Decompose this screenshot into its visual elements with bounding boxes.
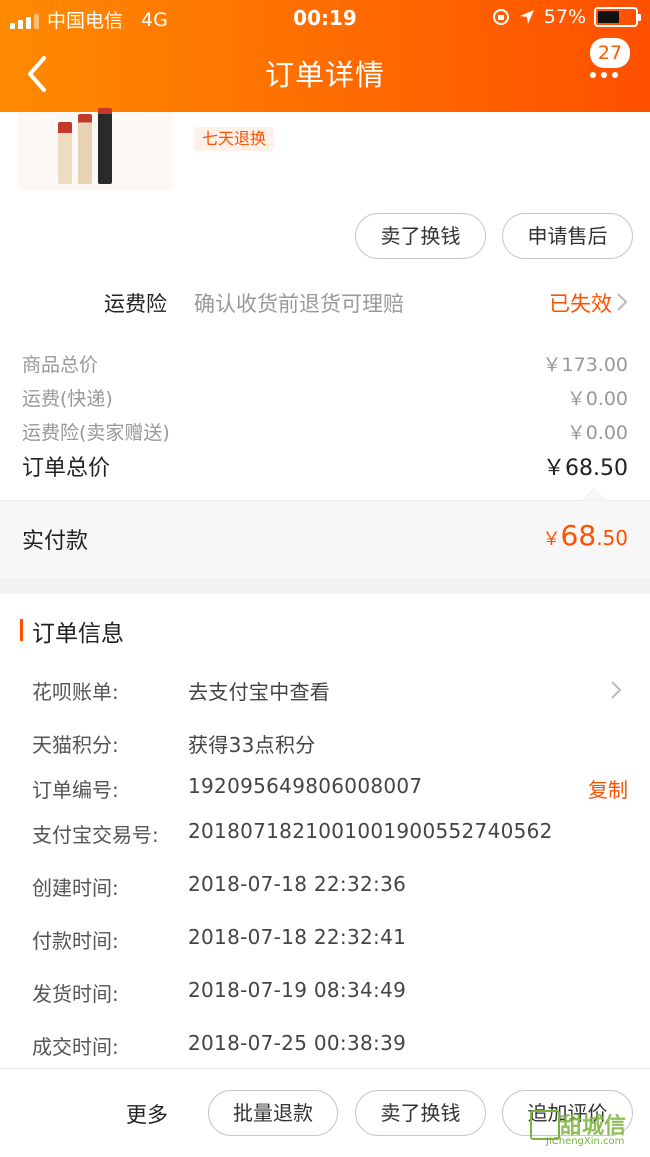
alipay-transaction-row: 支付宝交易号: 2018071821001001900552740562 [32, 819, 628, 859]
price-label: 运费险(卖家赠送) [22, 422, 170, 444]
tmall-points-row: 天猫积分: 获得33点积分 [32, 729, 628, 769]
actual-paid-label: 实付款 [22, 529, 89, 554]
more-button[interactable]: 更多 [126, 1099, 168, 1129]
apply-after-sale-button[interactable]: 申请售后 [502, 213, 633, 259]
shipping-time-row: 发货时间: 2018-07-19 08:34:49 [32, 978, 628, 1018]
info-value: 2018071821001001900552740562 [188, 819, 553, 843]
more-menu-button[interactable]: 27 [582, 38, 632, 90]
info-value: 2018-07-25 00:38:39 [188, 1031, 407, 1055]
info-key: 创建时间: [32, 876, 119, 900]
info-key: 花呗账单: [32, 680, 119, 704]
product-image[interactable] [18, 108, 173, 190]
actual-paid-amount: ￥68.50 [543, 519, 628, 552]
info-value: 2018-07-18 22:32:41 [188, 925, 407, 949]
order-total-value: ￥68.50 [543, 456, 628, 481]
sell-for-cash-bottom-button[interactable]: 卖了换钱 [355, 1090, 486, 1136]
info-key: 发货时间: [32, 982, 119, 1006]
chevron-right-icon [611, 681, 622, 699]
sell-for-cash-button[interactable]: 卖了换钱 [355, 213, 486, 259]
orientation-lock-icon [492, 9, 509, 25]
deal-time-row: 成交时间: 2018-07-25 00:38:39 [32, 1031, 628, 1071]
copy-order-number-button[interactable]: 复制 [588, 774, 628, 803]
location-arrow-icon [519, 10, 534, 24]
more-dots-icon [590, 72, 618, 78]
price-label: 运费(快递) [22, 388, 113, 410]
insurance-description: 确认收货前退货可理赔 [194, 292, 404, 316]
price-value: ￥0.00 [566, 388, 628, 410]
section-divider [0, 578, 650, 594]
amount-decimal: .50 [596, 526, 628, 550]
header: 中国电信 4G 00:19 57% 订单详情 27 [0, 0, 650, 112]
huabei-bill-row[interactable]: 花呗账单: 去支付宝中查看 [32, 676, 628, 716]
price-row: 运费(快递) ￥0.00 [22, 384, 628, 411]
price-label: 商品总价 [22, 354, 99, 376]
info-key: 支付宝交易号: [32, 823, 159, 847]
message-count-badge: 27 [590, 38, 630, 68]
order-info-title: 订单信息 [20, 614, 124, 648]
watermark-site: JiChengXin.com [546, 1136, 625, 1147]
info-value: 获得33点积分 [188, 733, 316, 757]
battery-icon [594, 7, 641, 27]
order-total-row: 订单总价 ￥68.50 [22, 450, 628, 482]
info-value: 2018-07-19 08:34:49 [188, 978, 407, 1002]
amount-integer: 68 [560, 519, 597, 552]
pointer-caret-fill [584, 490, 604, 500]
currency-symbol: ￥ [542, 529, 561, 550]
page-title: 订单详情 [264, 58, 385, 92]
shipping-insurance-row[interactable]: 运费险 确认收货前退货可理赔 已失效 [0, 276, 650, 324]
order-number-row: 订单编号: 192095649806008007 复制 [32, 774, 628, 814]
info-value: 192095649806008007 [188, 774, 423, 798]
info-value: 2018-07-18 22:32:36 [188, 872, 407, 896]
info-key: 订单编号: [32, 778, 119, 802]
actual-paid-panel: 实付款 ￥68.50 [0, 500, 650, 579]
info-key: 成交时间: [32, 1035, 119, 1059]
chevron-right-icon [617, 293, 628, 311]
battery-percent: 57% [543, 6, 586, 28]
insurance-label: 运费险 [104, 292, 167, 316]
info-key: 付款时间: [32, 929, 119, 953]
info-value: 去支付宝中查看 [188, 680, 331, 704]
status-bar: 中国电信 4G 00:19 57% [0, 0, 650, 36]
info-key: 天猫积分: [32, 733, 119, 757]
created-time-row: 创建时间: 2018-07-18 22:32:36 [32, 872, 628, 912]
price-value: ￥0.00 [566, 422, 628, 444]
watermark: 甜城信 JiChengXin.com [526, 1106, 646, 1152]
price-row: 商品总价 ￥173.00 [22, 350, 628, 377]
order-total-label: 订单总价 [22, 456, 111, 481]
insurance-status: 已失效 [549, 292, 612, 316]
batch-refund-button[interactable]: 批量退款 [208, 1090, 338, 1136]
seven-day-return-tag: 七天退换 [194, 127, 275, 151]
price-value: ￥173.00 [542, 354, 628, 376]
price-row: 运费险(卖家赠送) ￥0.00 [22, 418, 628, 445]
payment-time-row: 付款时间: 2018-07-18 22:32:41 [32, 925, 628, 965]
